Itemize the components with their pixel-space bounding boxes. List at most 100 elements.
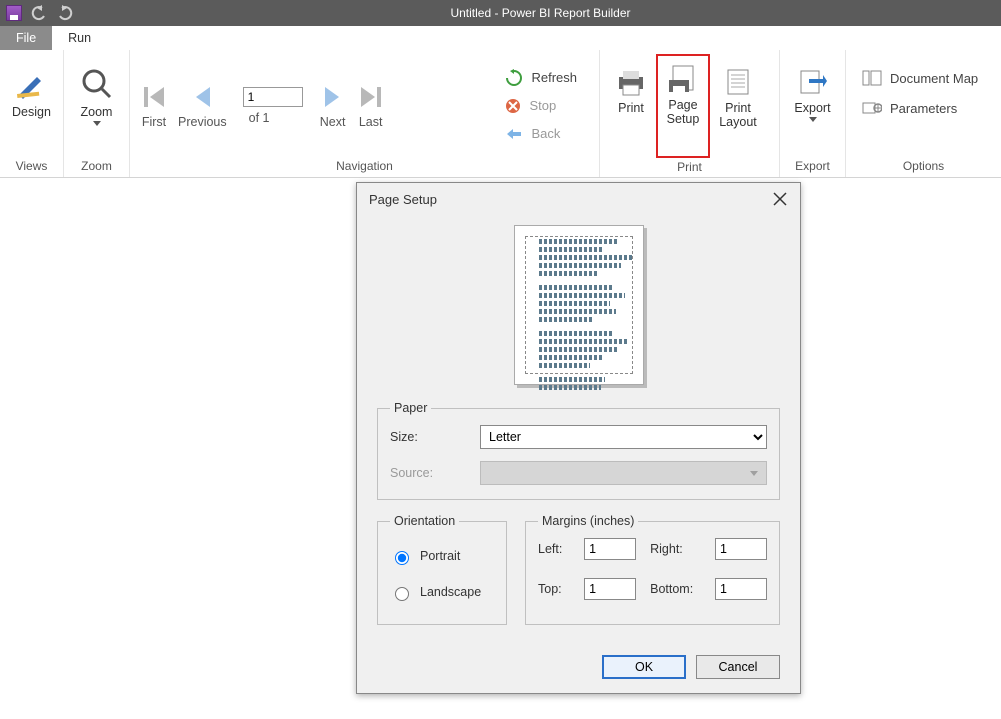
group-options-label: Options — [846, 157, 1001, 177]
ribbon: Design Views Zoom Zoom First — [0, 50, 1001, 178]
orientation-fieldset: Orientation Portrait Landscape — [377, 514, 507, 625]
group-navigation: First Previous of 1 Next Last — [130, 50, 600, 177]
size-label: Size: — [390, 430, 480, 444]
magnifier-icon — [80, 67, 114, 101]
chevron-down-icon — [809, 117, 817, 122]
document-map-button[interactable]: Document Map — [862, 66, 978, 90]
previous-icon — [188, 83, 216, 111]
next-button[interactable]: Next — [319, 83, 347, 129]
ok-button[interactable]: OK — [602, 655, 686, 679]
source-label: Source: — [390, 466, 480, 480]
group-zoom-label: Zoom — [64, 157, 129, 177]
page-setup-icon — [667, 64, 699, 94]
zoom-button[interactable]: Zoom — [74, 61, 119, 151]
cancel-button[interactable]: Cancel — [696, 655, 780, 679]
portrait-label: Portrait — [420, 549, 460, 563]
margin-left-label: Left: — [538, 542, 570, 556]
last-button[interactable]: Last — [357, 83, 385, 129]
page-number-box: of 1 — [243, 87, 303, 125]
redo-icon[interactable] — [56, 4, 74, 22]
page-number-input[interactable] — [243, 87, 303, 107]
group-print: Print Page Setup Print Layout Print — [600, 50, 780, 177]
print-layout-icon — [723, 67, 753, 97]
stop-label: Stop — [529, 98, 556, 113]
margins-fieldset: Margins (inches) Left: Right: Top: Botto… — [525, 514, 780, 625]
title-bar: Untitled - Power BI Report Builder — [0, 0, 1001, 26]
export-button[interactable]: Export — [790, 61, 835, 151]
back-label: Back — [531, 126, 560, 141]
save-icon[interactable] — [6, 5, 22, 21]
quick-access-toolbar — [0, 4, 80, 22]
margin-top-label: Top: — [538, 582, 570, 596]
margin-left-input[interactable] — [584, 538, 636, 560]
zoom-label: Zoom — [81, 105, 113, 119]
page-setup-dialog: Page Setup Pa — [356, 182, 801, 694]
orientation-legend: Orientation — [390, 514, 459, 528]
next-label: Next — [320, 115, 346, 129]
export-label: Export — [794, 101, 830, 115]
group-options: Document Map Parameters Options — [846, 50, 1001, 177]
group-export-label: Export — [780, 157, 845, 177]
previous-label: Previous — [178, 115, 227, 129]
design-button[interactable]: Design — [10, 61, 53, 151]
group-zoom: Zoom Zoom — [64, 50, 130, 177]
parameters-icon — [862, 100, 882, 116]
page-setup-label: Page Setup — [667, 98, 700, 127]
margin-bottom-label: Bottom: — [650, 582, 701, 596]
print-layout-button[interactable]: Print Layout — [710, 61, 766, 151]
close-icon[interactable] — [772, 191, 788, 207]
print-layout-label: Print Layout — [719, 101, 757, 130]
undo-icon[interactable] — [30, 4, 48, 22]
margin-top-input[interactable] — [584, 578, 636, 600]
document-area: Page Setup Pa — [0, 178, 1001, 719]
first-label: First — [142, 115, 166, 129]
group-print-label: Print — [600, 158, 779, 178]
refresh-icon — [505, 69, 523, 87]
group-navigation-label: Navigation — [130, 157, 599, 177]
refresh-label: Refresh — [531, 70, 577, 85]
export-icon — [797, 67, 829, 97]
portrait-radio[interactable] — [395, 551, 409, 565]
landscape-radio[interactable] — [395, 587, 409, 601]
paper-source-select — [480, 461, 767, 485]
print-label: Print — [618, 101, 644, 115]
paper-legend: Paper — [390, 401, 431, 415]
dialog-titlebar: Page Setup — [357, 183, 800, 215]
paper-size-select[interactable]: Letter — [480, 425, 767, 449]
parameters-label: Parameters — [890, 101, 957, 116]
next-icon — [319, 83, 347, 111]
last-icon — [357, 83, 385, 111]
printer-icon — [615, 67, 647, 97]
previous-button[interactable]: Previous — [178, 83, 227, 129]
page-preview — [377, 219, 780, 401]
page-setup-button[interactable]: Page Setup — [656, 54, 710, 158]
print-button[interactable]: Print — [606, 61, 656, 151]
refresh-button[interactable]: Refresh — [505, 66, 577, 90]
design-icon — [15, 67, 49, 101]
tab-file[interactable]: File — [0, 26, 52, 50]
margin-right-input[interactable] — [715, 538, 767, 560]
group-views-label: Views — [0, 157, 63, 177]
first-icon — [140, 83, 168, 111]
page-of-label: of 1 — [249, 111, 270, 125]
group-export: Export Export — [780, 50, 846, 177]
tab-run[interactable]: Run — [52, 26, 107, 50]
document-map-label: Document Map — [890, 71, 978, 86]
document-map-icon — [862, 70, 882, 86]
chevron-down-icon — [93, 121, 101, 126]
back-button[interactable]: Back — [505, 122, 577, 146]
margin-bottom-input[interactable] — [715, 578, 767, 600]
back-icon — [505, 127, 523, 141]
dialog-title-text: Page Setup — [369, 192, 437, 207]
window-title: Untitled - Power BI Report Builder — [80, 6, 1001, 20]
stop-icon — [505, 98, 521, 114]
paper-fieldset: Paper Size: Letter Source: — [377, 401, 780, 500]
parameters-button[interactable]: Parameters — [862, 96, 978, 120]
stop-button[interactable]: Stop — [505, 94, 577, 118]
design-label: Design — [12, 105, 51, 119]
first-button[interactable]: First — [140, 83, 168, 129]
landscape-label: Landscape — [420, 585, 481, 599]
ribbon-tabs: File Run — [0, 26, 1001, 50]
margin-right-label: Right: — [650, 542, 701, 556]
margins-legend: Margins (inches) — [538, 514, 638, 528]
